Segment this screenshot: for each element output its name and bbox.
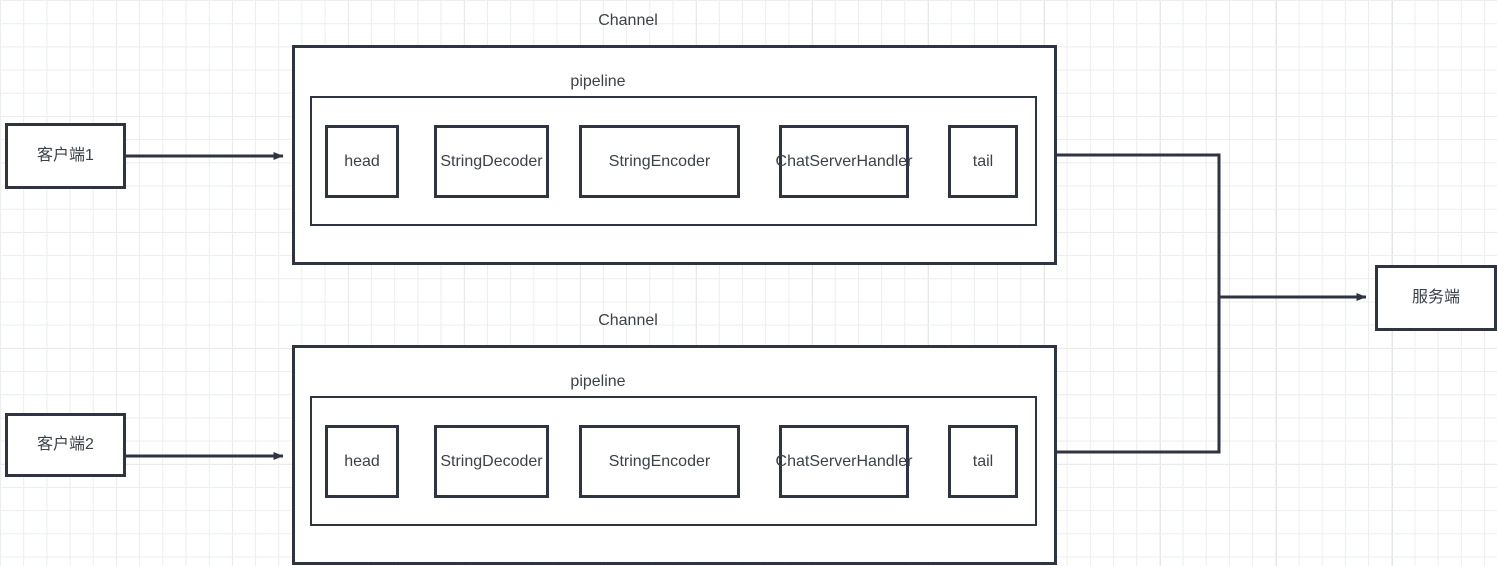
handler-label-stringencoder-2: StringEncoder	[608, 452, 711, 470]
handler-label-chatserverhandler-1: ChatServerHandler	[775, 152, 913, 170]
handler-box-tail-1[interactable]: tail	[948, 125, 1018, 198]
handler-box-head-2[interactable]: head	[325, 425, 399, 498]
handler-box-chatserverhandler-1[interactable]: ChatServerHandler	[776, 125, 912, 198]
handler-box-stringencoder-2[interactable]: StringEncoder	[579, 425, 740, 498]
handler-box-head-1[interactable]: head	[325, 125, 399, 198]
handler-label-tail-2: tail	[972, 452, 994, 470]
channel2-to-server-line	[1057, 297, 1221, 454]
channel-title-text-1: Channel	[598, 12, 658, 29]
handler-label-stringdecoder-2: StringDecoder	[440, 452, 543, 470]
pipeline-title-2: pipeline	[542, 373, 654, 391]
handler-label-head-2: head	[344, 452, 380, 470]
pipeline-title-1: pipeline	[542, 73, 654, 91]
handler-box-stringdecoder-2[interactable]: StringDecoder	[434, 425, 549, 498]
handler-label-chatserverhandler-2: ChatServerHandler	[775, 452, 913, 470]
handler-box-tail-2[interactable]: tail	[948, 425, 1018, 498]
client-box-1[interactable]: 客户端1	[5, 123, 126, 189]
handler-label-stringdecoder-1: StringDecoder	[440, 152, 543, 170]
client-label-2: 客户端2	[37, 436, 94, 454]
channel-title-text-2: Channel	[598, 312, 658, 329]
handler-box-stringencoder-1[interactable]: StringEncoder	[579, 125, 740, 198]
handler-label-tail-1: tail	[972, 152, 994, 170]
handler-label-head-1: head	[344, 152, 380, 170]
handler-label-stringencoder-1: StringEncoder	[608, 152, 711, 170]
handler-box-stringdecoder-1[interactable]: StringDecoder	[434, 125, 549, 198]
handler-box-chatserverhandler-2[interactable]: ChatServerHandler	[776, 425, 912, 498]
channel-title-1: Channel	[572, 12, 684, 30]
channel1-to-server-line	[1057, 153, 1221, 297]
diagram-canvas: 客户端1 客户端2 服务端 Channel pipeline head Stri…	[0, 0, 1497, 566]
pipeline-title-text-2: pipeline	[570, 373, 626, 390]
pipeline-title-text-1: pipeline	[570, 73, 626, 90]
client-label-1: 客户端1	[37, 147, 94, 165]
server-box[interactable]: 服务端	[1375, 265, 1497, 331]
server-label: 服务端	[1411, 289, 1460, 307]
channel-title-2: Channel	[572, 312, 684, 330]
client-box-2[interactable]: 客户端2	[5, 413, 126, 477]
